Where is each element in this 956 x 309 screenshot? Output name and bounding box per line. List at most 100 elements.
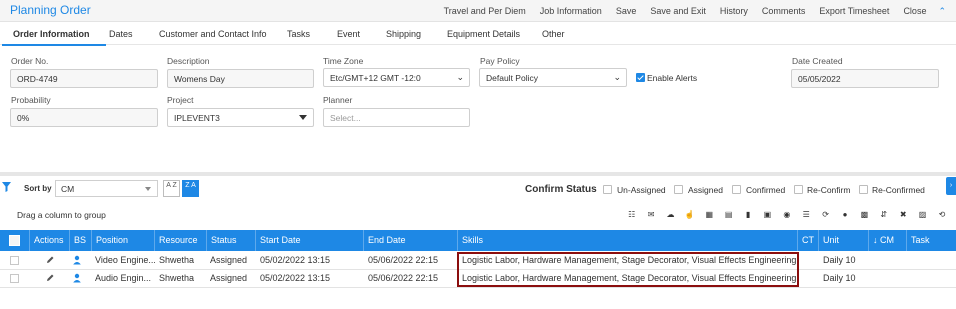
sort-descending-button[interactable]: Z A xyxy=(182,180,199,197)
column-task[interactable]: Task xyxy=(907,230,956,251)
delete-icon[interactable]: ✖ xyxy=(893,209,912,221)
sort-by-select[interactable]: CM xyxy=(55,180,158,197)
column-resource[interactable]: Resource xyxy=(155,230,207,251)
pay-policy-value: Default Policy xyxy=(486,73,538,83)
thumbs-up-icon[interactable]: ☝ xyxy=(680,209,699,221)
un-assigned-label: Un-Assigned xyxy=(617,185,666,195)
refresh-icon[interactable]: ⟳ xyxy=(816,209,835,221)
header-actions: Travel and Per Diem Job Information Save… xyxy=(430,6,946,17)
chevron-down-icon: ⌄ xyxy=(613,72,621,82)
row-checkbox[interactable] xyxy=(10,256,19,265)
cloud-icon[interactable]: ☁ xyxy=(661,209,680,221)
history-link[interactable]: History xyxy=(720,6,748,17)
select-all-checkbox[interactable] xyxy=(9,235,20,246)
active-tab-indicator xyxy=(2,44,106,46)
project-label: Project xyxy=(167,95,194,105)
status-cell: Assigned xyxy=(210,255,248,265)
confirmed-label: Confirmed xyxy=(746,185,786,195)
grid-header: Actions BS Position Resource Status Star… xyxy=(0,230,956,251)
description-field[interactable]: Womens Day xyxy=(167,69,314,88)
re-confirmed-label: Re-Confirmed xyxy=(872,185,925,195)
planner-select[interactable]: Select... xyxy=(323,108,470,127)
time-zone-label: Time Zone xyxy=(323,56,364,66)
start-date-cell: 05/02/2022 13:15 xyxy=(260,273,331,283)
assigned-checkbox[interactable] xyxy=(674,185,683,194)
sync-icon[interactable]: ⟲ xyxy=(932,209,951,221)
transfer-icon[interactable]: ⇵ xyxy=(874,209,893,221)
travel-per-diem-link[interactable]: Travel and Per Diem xyxy=(444,6,526,17)
time-zone-value: Etc/GMT+12 GMT -12:0 xyxy=(330,73,421,83)
end-date-cell: 05/06/2022 22:15 xyxy=(368,255,439,265)
column-unit[interactable]: Unit xyxy=(819,230,869,251)
edit-pencil-icon[interactable] xyxy=(45,255,55,265)
position-cell: Video Engine... xyxy=(95,255,155,265)
user-icon[interactable] xyxy=(72,255,82,265)
export-timesheet-link[interactable]: Export Timesheet xyxy=(819,6,889,17)
chevron-up-icon[interactable]: ⌃ xyxy=(938,6,946,17)
skills-highlight-box xyxy=(457,252,799,287)
chevron-down-icon: ⌄ xyxy=(456,72,464,82)
job-information-link[interactable]: Job Information xyxy=(540,6,602,17)
project-select[interactable]: IPLEVENT3 xyxy=(167,108,314,127)
tab-customer-contact[interactable]: Customer and Contact Info xyxy=(159,29,267,39)
row-checkbox[interactable] xyxy=(10,274,19,283)
resource-cell: Shwetha xyxy=(159,255,195,265)
date-created-label: Date Created xyxy=(792,56,843,66)
description-label: Description xyxy=(167,56,210,66)
column-cm[interactable]: ↓ CM xyxy=(869,230,907,251)
expand-panel-icon[interactable]: › xyxy=(946,177,956,195)
card-icon[interactable]: ▤ xyxy=(719,209,738,221)
enable-alerts-checkbox[interactable] xyxy=(636,73,645,82)
sort-by-value: CM xyxy=(61,184,75,194)
tab-other[interactable]: Other xyxy=(542,29,565,39)
column-position[interactable]: Position xyxy=(92,230,155,251)
column-status[interactable]: Status xyxy=(207,230,256,251)
tab-event[interactable]: Event xyxy=(337,29,360,39)
tab-dates[interactable]: Dates xyxy=(109,29,133,39)
resource-cell: Shwetha xyxy=(159,273,195,283)
column-ct[interactable]: CT xyxy=(798,230,819,251)
tab-shipping[interactable]: Shipping xyxy=(386,29,421,39)
tab-order-information[interactable]: Order Information xyxy=(13,29,90,39)
confirm-status-label: Confirm Status xyxy=(525,184,597,195)
position-cell: Audio Engin... xyxy=(95,273,152,283)
planner-label: Planner xyxy=(323,95,353,105)
target-icon[interactable]: ◉ xyxy=(777,209,796,221)
tab-tasks[interactable]: Tasks xyxy=(287,29,310,39)
time-zone-select[interactable]: Etc/GMT+12 GMT -12:0 ⌄ xyxy=(323,68,470,87)
column-skills[interactable]: Skills xyxy=(458,230,798,251)
lock-icon[interactable]: ▨ xyxy=(913,209,932,221)
save-link[interactable]: Save xyxy=(616,6,637,17)
grid-icon[interactable]: ▦ xyxy=(700,209,719,221)
save-and-exit-link[interactable]: Save and Exit xyxy=(650,6,706,17)
column-bs[interactable]: BS xyxy=(70,230,92,251)
bar-chart-icon[interactable]: ▮ xyxy=(738,209,757,221)
calendar-icon[interactable]: ▩ xyxy=(855,209,874,221)
user-icon[interactable]: ● xyxy=(835,209,854,221)
column-start-date[interactable]: Start Date xyxy=(256,230,364,251)
confirmed-checkbox[interactable] xyxy=(732,185,741,194)
title-bar: Planning Order Travel and Per Diem Job I… xyxy=(0,0,956,22)
end-date-cell: 05/06/2022 22:15 xyxy=(368,273,439,283)
tab-equipment-details[interactable]: Equipment Details xyxy=(447,29,520,39)
order-no-field[interactable]: ORD-4749 xyxy=(10,69,158,88)
sort-ascending-button[interactable]: A Z xyxy=(163,180,180,197)
email-icon[interactable]: ✉ xyxy=(641,209,660,221)
un-assigned-checkbox[interactable] xyxy=(603,185,612,194)
close-link[interactable]: Close xyxy=(903,6,926,17)
edit-pencil-icon[interactable] xyxy=(45,273,55,283)
enable-alerts-label: Enable Alerts xyxy=(647,73,698,83)
list-icon[interactable]: ☰ xyxy=(797,209,816,221)
assign-icon[interactable]: ☷ xyxy=(622,209,641,221)
column-end-date[interactable]: End Date xyxy=(364,230,458,251)
tab-bar: Order Information Dates Customer and Con… xyxy=(0,22,956,45)
re-confirm-checkbox[interactable] xyxy=(794,185,803,194)
re-confirmed-checkbox[interactable] xyxy=(859,185,868,194)
comments-link[interactable]: Comments xyxy=(762,6,806,17)
user-icon[interactable] xyxy=(72,273,82,283)
column-actions[interactable]: Actions xyxy=(30,230,70,251)
pay-policy-select[interactable]: Default Policy ⌄ xyxy=(479,68,627,87)
probability-field[interactable]: 0% xyxy=(10,108,158,127)
filter-icon[interactable] xyxy=(2,181,11,193)
id-card-icon[interactable]: ▣ xyxy=(758,209,777,221)
